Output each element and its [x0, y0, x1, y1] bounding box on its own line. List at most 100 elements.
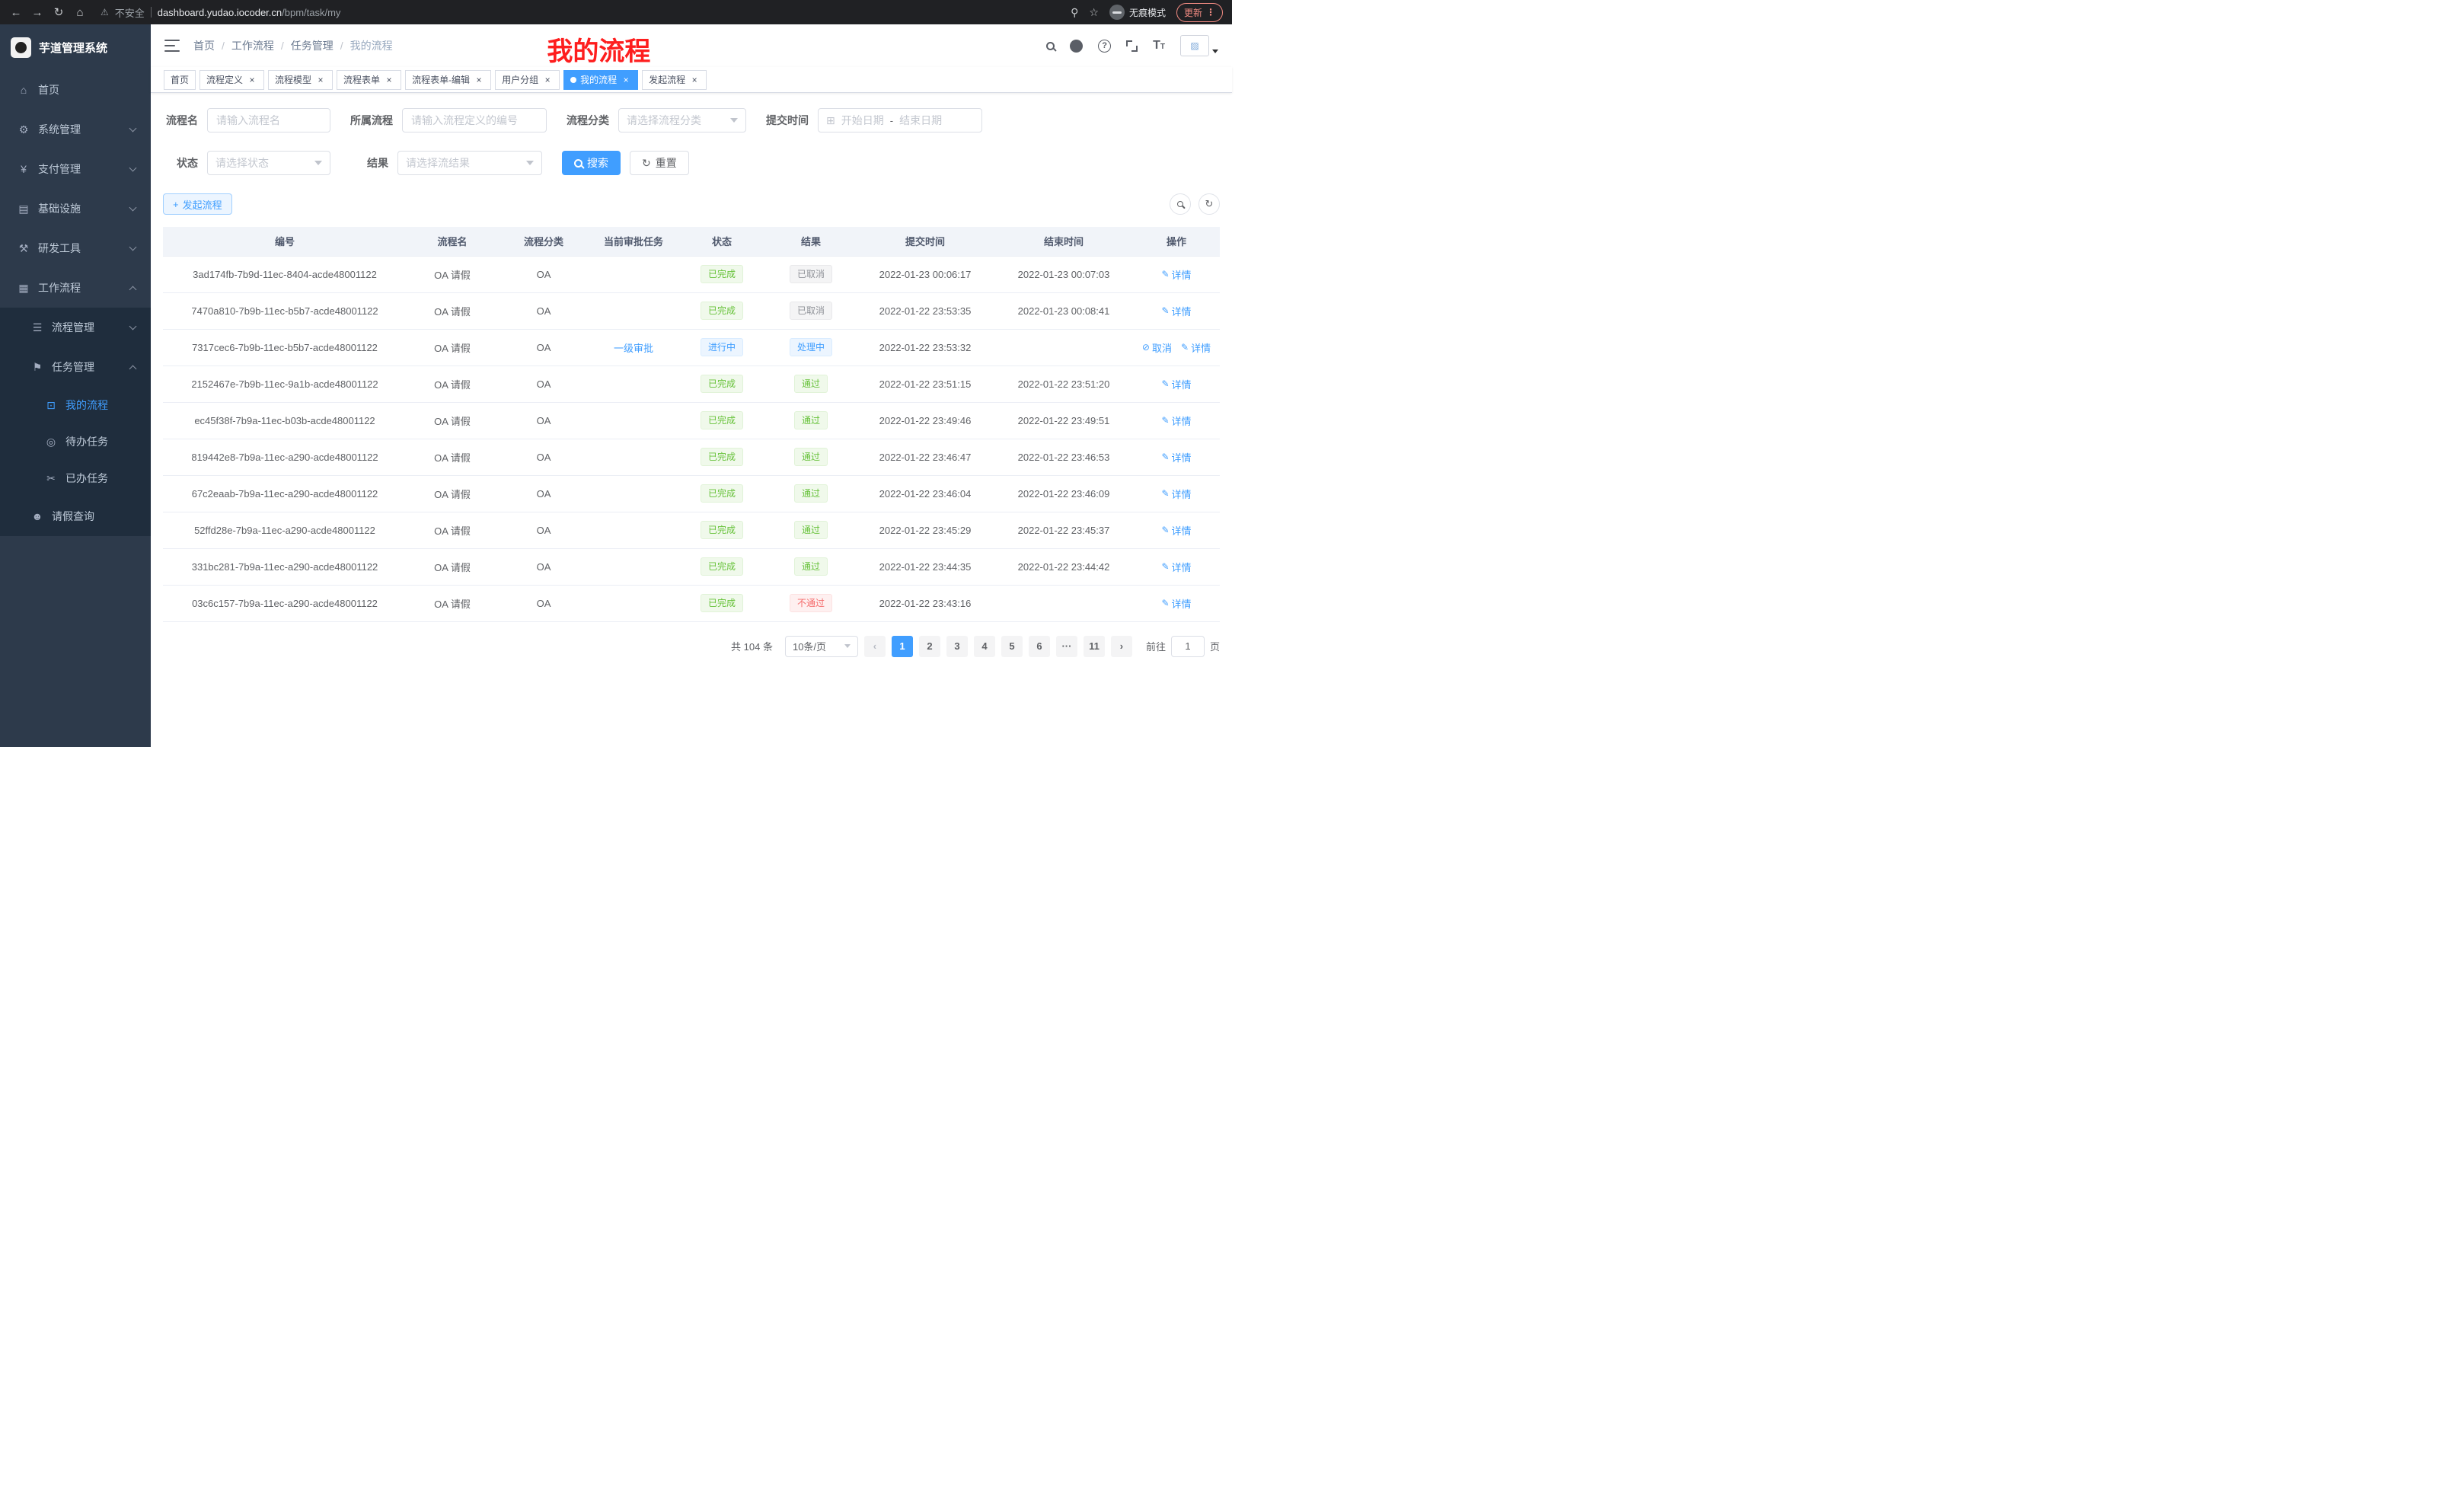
url-path: /bpm/task/my	[282, 7, 340, 18]
cell-category: OA	[498, 439, 589, 475]
address-bar[interactable]: ⚠ 不安全 dashboard.yudao.iocoder.cn/bpm/tas…	[91, 2, 1069, 22]
action-link[interactable]: ⊘取消	[1142, 340, 1172, 355]
close-icon[interactable]: ×	[689, 75, 700, 85]
search-button[interactable]: 搜索	[562, 151, 621, 175]
action-label: 取消	[1152, 340, 1172, 355]
tab-process-model[interactable]: 流程模型×	[268, 70, 333, 90]
table-row: 03c6c157-7b9a-11ec-a290-acde48001122OA 请…	[163, 585, 1220, 621]
sidebar-item-system[interactable]: ⚙系统管理	[0, 110, 151, 149]
hamburger-icon[interactable]	[164, 40, 180, 52]
prev-page-button[interactable]: ‹	[864, 636, 886, 657]
category-select[interactable]: 请选择流程分类	[618, 108, 746, 132]
page-button[interactable]: 2	[919, 636, 940, 657]
status-tag: 已完成	[701, 484, 743, 503]
breadcrumb-item[interactable]: 工作流程	[231, 38, 274, 53]
cell-end-time: 2022-01-23 00:08:41	[994, 292, 1133, 329]
user-menu[interactable]: ▨	[1180, 35, 1218, 56]
close-icon[interactable]: ×	[384, 75, 394, 85]
incognito-icon	[1109, 5, 1125, 20]
menu-dots-icon: ⋮	[1206, 7, 1215, 18]
tab-my-process[interactable]: 我的流程×	[563, 70, 638, 90]
tab-home[interactable]: 首页	[164, 70, 196, 90]
sidebar-item-process-mgmt[interactable]: ☰流程管理	[0, 308, 151, 347]
more-pages-button[interactable]: ···	[1056, 636, 1077, 657]
refresh-table-button[interactable]: ↻	[1198, 193, 1220, 215]
sidebar-item-devtools[interactable]: ⚒研发工具	[0, 228, 151, 268]
breadcrumb-item[interactable]: 任务管理	[291, 38, 334, 53]
page-button[interactable]: 11	[1084, 636, 1105, 657]
cell-id: 7470a810-7b9b-11ec-b5b7-acde48001122	[163, 292, 407, 329]
hide-search-button[interactable]	[1170, 193, 1191, 215]
page-size-select[interactable]: 10条/页	[785, 636, 858, 657]
search-icon[interactable]	[1046, 42, 1055, 50]
sidebar-item-home[interactable]: ⌂首页	[0, 70, 151, 110]
page-button[interactable]: 1	[892, 636, 913, 657]
page-button[interactable]: 5	[1001, 636, 1023, 657]
next-page-button[interactable]: ›	[1111, 636, 1132, 657]
start-process-button[interactable]: + 发起流程	[163, 193, 232, 215]
key-icon[interactable]: ⚲	[1071, 6, 1078, 19]
fullscreen-icon[interactable]	[1126, 40, 1138, 52]
action-link[interactable]: ✎详情	[1161, 413, 1191, 428]
table-row: 7470a810-7b9b-11ec-b5b7-acde48001122OA 请…	[163, 292, 1220, 329]
goto-page-input[interactable]	[1171, 636, 1205, 657]
sidebar-item-task-mgmt[interactable]: ⚑任务管理	[0, 347, 151, 387]
action-link[interactable]: ✎详情	[1181, 340, 1211, 355]
current-task-link[interactable]: 一级审批	[614, 340, 653, 355]
tab-process-definition[interactable]: 流程定义×	[199, 70, 264, 90]
action-link[interactable]: ✎详情	[1161, 304, 1191, 318]
cell-process-name: OA 请假	[407, 548, 498, 585]
sidebar-item-label: 基础设施	[38, 201, 81, 216]
bookmark-star-icon[interactable]: ☆	[1089, 6, 1099, 19]
close-icon[interactable]: ×	[315, 75, 326, 85]
refresh-icon: ↻	[642, 157, 651, 170]
process-name-input[interactable]	[207, 108, 330, 132]
browser-update-button[interactable]: 更新 ⋮	[1176, 3, 1223, 22]
tab-process-form[interactable]: 流程表单×	[337, 70, 401, 90]
close-icon[interactable]: ×	[474, 75, 484, 85]
github-icon[interactable]	[1070, 40, 1083, 53]
help-icon[interactable]	[1098, 40, 1111, 53]
sidebar-item-my-process[interactable]: ⊡我的流程	[0, 387, 151, 423]
page-button[interactable]: 4	[974, 636, 995, 657]
reload-icon[interactable]: ↻	[49, 2, 69, 22]
action-label: 详情	[1172, 413, 1192, 428]
breadcrumb-item[interactable]: 首页	[193, 38, 215, 53]
reset-button[interactable]: ↻ 重置	[630, 151, 689, 175]
page-button[interactable]: 3	[946, 636, 968, 657]
app-logo[interactable]: 芋道管理系统	[0, 24, 151, 70]
eye-icon: ◎	[44, 436, 58, 449]
sidebar-item-leave-query[interactable]: ☻请假查询	[0, 496, 151, 536]
cell-process-name: OA 请假	[407, 329, 498, 366]
tab-process-form-edit[interactable]: 流程表单-编辑×	[405, 70, 491, 90]
sidebar-item-done-tasks[interactable]: ✂已办任务	[0, 460, 151, 496]
forward-icon[interactable]: →	[27, 2, 47, 22]
close-icon[interactable]: ×	[247, 75, 257, 85]
font-size-icon[interactable]: TT	[1153, 39, 1165, 53]
action-link[interactable]: ✎详情	[1161, 267, 1191, 282]
close-icon[interactable]: ×	[542, 75, 553, 85]
owner-process-input[interactable]	[402, 108, 547, 132]
action-link[interactable]: ✎详情	[1161, 377, 1191, 391]
action-link[interactable]: ✎详情	[1161, 560, 1191, 574]
avatar: ▨	[1180, 35, 1209, 56]
action-link[interactable]: ✎详情	[1161, 596, 1191, 611]
action-link[interactable]: ✎详情	[1161, 487, 1191, 501]
cell-submit-time: 2022-01-22 23:51:15	[856, 366, 994, 402]
action-link[interactable]: ✎详情	[1161, 450, 1191, 464]
browser-home-icon[interactable]: ⌂	[70, 2, 90, 22]
sidebar-item-workflow[interactable]: ▦工作流程	[0, 268, 151, 308]
page-button[interactable]: 6	[1029, 636, 1050, 657]
sidebar-item-payment[interactable]: ¥支付管理	[0, 149, 151, 189]
tab-start-process[interactable]: 发起流程×	[642, 70, 707, 90]
tab-user-group[interactable]: 用户分组×	[495, 70, 560, 90]
status-select[interactable]: 请选择状态	[207, 151, 330, 175]
result-select[interactable]: 请选择流结果	[397, 151, 542, 175]
close-icon[interactable]: ×	[621, 75, 631, 85]
submit-time-range-picker[interactable]: ⊞ 开始日期 - 结束日期	[818, 108, 982, 132]
sidebar-item-infrastructure[interactable]: ▤基础设施	[0, 189, 151, 228]
sidebar-item-todo-tasks[interactable]: ◎待办任务	[0, 423, 151, 460]
back-icon[interactable]: ←	[6, 2, 26, 22]
page-size-value: 10条/页	[793, 639, 826, 653]
action-link[interactable]: ✎详情	[1161, 523, 1191, 538]
